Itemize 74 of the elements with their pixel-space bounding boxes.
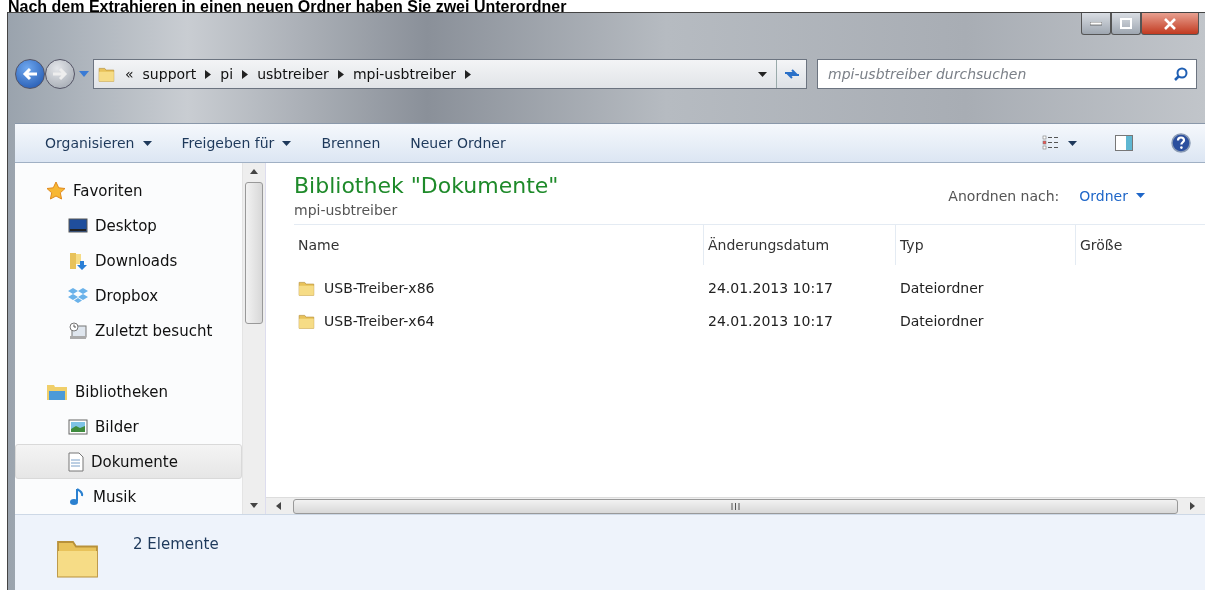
maximize-icon	[1120, 18, 1132, 29]
grip-icon	[731, 502, 740, 510]
arrange-dropdown[interactable]: Ordner	[1079, 187, 1145, 204]
address-bar[interactable]: « support pi usbtreiber mpi-usbtreiber	[93, 59, 807, 89]
scroll-down-arrow-icon[interactable]	[250, 503, 258, 508]
nav-item[interactable]: Zuletzt besucht	[15, 313, 242, 348]
breadcrumb[interactable]: usbtreiber	[257, 66, 329, 82]
picture-icon	[68, 418, 88, 435]
breadcrumb-arrow-icon[interactable]	[465, 69, 472, 79]
box-icon	[68, 286, 88, 305]
close-button[interactable]	[1141, 13, 1199, 35]
music-note-icon	[68, 486, 86, 507]
nav-item[interactable]: Bilder	[15, 409, 242, 444]
recent-places-icon	[68, 320, 88, 341]
library-subtitle: mpi-usbtreiber	[294, 202, 399, 218]
maximize-button[interactable]	[1111, 13, 1141, 35]
nav-item[interactable]: Desktop	[15, 208, 242, 243]
file-type: Dateiordner	[899, 312, 985, 329]
preview-pane-icon	[1115, 135, 1133, 151]
breadcrumb-arrow-icon[interactable]	[242, 69, 249, 79]
search-icon	[1174, 67, 1188, 81]
dropdown-caret-icon[interactable]	[758, 71, 767, 77]
column-header[interactable]: Änderungsdatum	[704, 225, 896, 265]
forward-arrow-icon	[51, 66, 69, 82]
nav-item[interactable]: Dropbox	[15, 278, 242, 313]
breadcrumb[interactable]: mpi-usbtreiber	[352, 66, 457, 82]
item-count: 2 Elemente	[133, 535, 219, 553]
toolbar-button[interactable]: Freigeben für	[171, 131, 302, 155]
back-arrow-icon	[21, 66, 39, 82]
refresh-button[interactable]	[776, 60, 806, 88]
toolbar-button[interactable]: Brennen	[311, 131, 391, 155]
modified-date: 24.01.2013 10:17	[707, 312, 834, 329]
minimize-button[interactable]	[1081, 13, 1111, 35]
breadcrumb[interactable]: support	[142, 66, 197, 82]
file-name[interactable]: USB-Treiber-x86	[294, 277, 704, 298]
close-icon	[1163, 17, 1177, 30]
minimize-icon	[1090, 21, 1102, 26]
dropdown-caret-icon	[1136, 193, 1145, 198]
nav-item[interactable]: Favoriten	[15, 173, 242, 208]
scroll-up-arrow-icon[interactable]	[250, 169, 258, 174]
column-header[interactable]: Größe	[1076, 225, 1127, 265]
search-field[interactable]: mpi-usbtreiber durchsuchen	[817, 59, 1197, 89]
download-folder-icon	[68, 250, 88, 271]
breadcrumb[interactable]: pi	[220, 66, 234, 82]
caption-text: Nach dem Extrahieren in einen neuen Ordner haben Sie zwei Unterordner	[7, 0, 568, 12]
library-title: Bibliothek "Dokumente"	[294, 173, 559, 198]
scroll-right-arrow-icon[interactable]	[1190, 502, 1195, 510]
overflow-chevron[interactable]: «	[125, 66, 134, 82]
toolbar-button[interactable]: Organisieren	[35, 131, 162, 155]
breadcrumb-arrow-icon[interactable]	[337, 69, 344, 79]
refresh-arrows-icon	[783, 68, 800, 80]
vertical-scrollbar[interactable]	[242, 163, 265, 514]
file-type: Dateiordner	[899, 279, 985, 296]
back-button[interactable]	[15, 59, 45, 89]
monitor-icon	[68, 217, 88, 234]
nav-item[interactable]: Bibliotheken	[15, 374, 242, 409]
document-icon	[68, 451, 84, 472]
details-view-icon	[1042, 135, 1060, 151]
forward-button[interactable]	[45, 59, 75, 89]
scroll-thumb[interactable]	[245, 182, 263, 324]
breadcrumb-arrow-icon[interactable]	[205, 69, 212, 79]
modified-date: 24.01.2013 10:17	[707, 279, 834, 296]
nav-item[interactable]: Musik	[15, 479, 242, 514]
column-header[interactable]: Name	[294, 225, 704, 265]
help-icon	[1171, 133, 1191, 153]
nav-item[interactable]: Dokumente	[15, 444, 242, 479]
star-icon	[46, 180, 66, 201]
scroll-left-arrow-icon[interactable]	[276, 502, 281, 510]
file-name[interactable]: USB-Treiber-x64	[294, 310, 704, 331]
toolbar-button[interactable]: Neuer Ordner	[400, 131, 516, 155]
arrange-label: Anordnen nach:	[948, 187, 1060, 204]
nav-item[interactable]: Downloads	[15, 243, 242, 278]
column-header[interactable]: Typ	[896, 225, 1076, 265]
dropdown-caret-icon	[1068, 140, 1077, 146]
